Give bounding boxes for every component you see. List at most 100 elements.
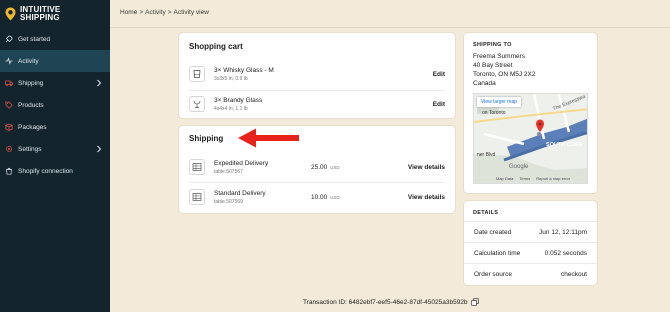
shipping-method-name: Expedited Delivery — [214, 159, 269, 167]
price-currency: USD — [330, 194, 340, 200]
view-details-button[interactable]: View details — [408, 164, 445, 171]
cart-item-info: 3× Whisky Glass - M 3x3x5 in, 0.9 lb — [214, 67, 274, 82]
price-amount: 25.00 — [311, 163, 328, 171]
shipping-price: 25.00 USD — [311, 164, 340, 171]
whisky-glass-thumbnail — [189, 66, 205, 82]
shipping-row-info: Expedited Delivery table.507567 — [214, 160, 268, 175]
edit-button[interactable]: Edit — [433, 71, 445, 78]
sidebar-item-packages[interactable]: Packages — [0, 116, 110, 138]
detail-row-date-created: Date created Jun 12, 12:11pm — [464, 221, 597, 242]
address-street: 40 Bay Street — [473, 62, 513, 69]
shopify-icon — [6, 167, 12, 175]
detail-label: Date created — [474, 228, 512, 236]
sidebar-item-shopify-connection[interactable]: Shopify connection — [0, 160, 110, 182]
shipping-price: 10.00 USD — [311, 194, 340, 201]
breadcrumb-separator: > — [167, 9, 172, 16]
chevron-right-icon — [97, 145, 102, 153]
map-label-south-core: SOUTH CORE — [546, 142, 583, 148]
shipping-address: Freema Summers 40 Bay Street Toronto, ON… — [473, 52, 536, 88]
cart-item-name: 3× Brandy Glass — [214, 96, 263, 104]
app-logo[interactable]: INTUITIVE SHIPPING — [0, 0, 110, 28]
cart-item-dims: 4x4x4 in, 1.1 lb — [214, 105, 248, 112]
shipping-method-name: Standard Delivery — [214, 189, 266, 197]
cart-item-info: 3× Brandy Glass 4x4x4 in, 1.1 lb — [214, 97, 262, 112]
table-icon — [192, 193, 202, 201]
glass-icon — [193, 70, 201, 78]
view-details-button[interactable]: View details — [408, 194, 445, 201]
view-larger-map-link[interactable]: View larger map — [477, 97, 522, 107]
breadcrumb: Home > Activity > Activity view — [120, 9, 209, 16]
map[interactable]: View larger map on Toronto The Expresswa… — [473, 93, 588, 184]
map-footer: Map Data Terms Report a map error — [496, 176, 570, 181]
brand-line-2: SHIPPING — [20, 13, 60, 22]
shipping-to-card: SHIPPING TO Freema Summers 40 Bay Street… — [464, 33, 597, 193]
cart-item: 3× Whisky Glass - M 3x3x5 in, 0.9 lb Edi… — [189, 63, 445, 85]
shopping-cart-card: Shopping cart 3× Whisky Glass - M 3x3x5 … — [179, 33, 455, 118]
price-currency: USD — [330, 164, 340, 170]
detail-label: Calculation time — [474, 249, 521, 257]
detail-value: Jun 12, 12:11pm — [539, 228, 587, 236]
sidebar-item-settings[interactable]: Settings — [0, 138, 110, 160]
detail-row-calculation-time: Calculation time 0.052 seconds — [464, 242, 597, 263]
tag-icon — [5, 101, 13, 109]
sidebar-item-label: Products — [18, 101, 44, 109]
annotation-arrow — [238, 128, 299, 148]
copy-icon[interactable] — [470, 298, 479, 306]
box-icon — [5, 123, 13, 131]
cart-item: 3× Brandy Glass 4x4x4 in, 1.1 lb Edit — [189, 93, 445, 115]
transaction-id: Transaction ID: 6482ebf7-eef5-46e2-87df-… — [303, 298, 468, 306]
edit-button[interactable]: Edit — [433, 101, 445, 108]
recipient-name: Freema Summers — [473, 53, 526, 60]
map-label-toronto: on Toronto — [482, 110, 506, 116]
shipping-card: Shipping Expedited Delivery table.507567… — [179, 126, 455, 213]
sidebar-item-get-started[interactable]: Get started — [0, 28, 110, 50]
address-country: Canada — [473, 80, 496, 87]
price-amount: 10.00 — [311, 193, 328, 201]
sidebar-item-label: Packages — [18, 123, 47, 131]
map-report-link[interactable]: Report a map error — [536, 176, 570, 181]
detail-value: checkout — [560, 270, 587, 278]
shipping-row: Standard Delivery table.507569 10.00 USD… — [189, 186, 445, 208]
shopping-cart-title: Shopping cart — [189, 42, 243, 51]
gear-icon — [5, 145, 13, 153]
brand-name: INTUITIVE SHIPPING — [20, 6, 60, 22]
shipping-row-info: Standard Delivery table.507569 — [214, 190, 266, 205]
detail-row-order-source: Order source checkout — [464, 263, 597, 284]
details-list: Date created Jun 12, 12:11pm Calculation… — [464, 221, 597, 284]
map-data-link[interactable]: Map Data — [496, 176, 513, 181]
breadcrumb-activity[interactable]: Activity — [145, 9, 166, 16]
details-card: DETAILS Date created Jun 12, 12:11pm Cal… — [464, 201, 597, 285]
chevron-right-icon — [97, 79, 102, 87]
sidebar-item-label: Shopify connection — [18, 167, 73, 175]
google-logo: Google — [509, 164, 529, 170]
sidebar-item-activity[interactable]: Activity — [0, 50, 110, 72]
breadcrumb-separator: > — [139, 9, 144, 16]
sidebar-item-label: Get started — [18, 35, 51, 43]
sidebar-item-label: Settings — [18, 145, 42, 153]
divider — [189, 182, 445, 183]
table-thumbnail — [189, 159, 205, 175]
map-label-blvd: ner Blvd — [477, 152, 496, 158]
brandy-glass-thumbnail — [189, 96, 205, 112]
activity-icon — [5, 57, 13, 65]
breadcrumb-current: Activity view — [173, 9, 209, 16]
address-city: Toronto, ON M5J 2X2 — [473, 71, 536, 78]
detail-label: Order source — [474, 270, 512, 278]
table-icon — [192, 163, 202, 171]
logo-pin-icon — [5, 7, 16, 21]
sidebar-item-label: Activity — [18, 57, 39, 65]
detail-value: 0.052 seconds — [544, 249, 587, 257]
shipping-to-title: SHIPPING TO — [473, 42, 512, 48]
transaction-footer: Transaction ID: 6482ebf7-eef5-46e2-87df-… — [303, 298, 479, 306]
truck-icon — [5, 80, 13, 87]
divider — [189, 90, 445, 91]
details-title: DETAILS — [473, 210, 499, 216]
cart-item-dims: 3x3x5 in, 0.9 lb — [214, 75, 248, 82]
breadcrumb-home[interactable]: Home — [120, 9, 137, 16]
rocket-icon — [5, 35, 13, 43]
map-terms-link[interactable]: Terms — [519, 176, 530, 181]
table-thumbnail — [189, 189, 205, 205]
sidebar-item-products[interactable]: Products — [0, 94, 110, 116]
sidebar-item-shipping[interactable]: Shipping — [0, 72, 110, 94]
glass-icon — [193, 100, 201, 108]
